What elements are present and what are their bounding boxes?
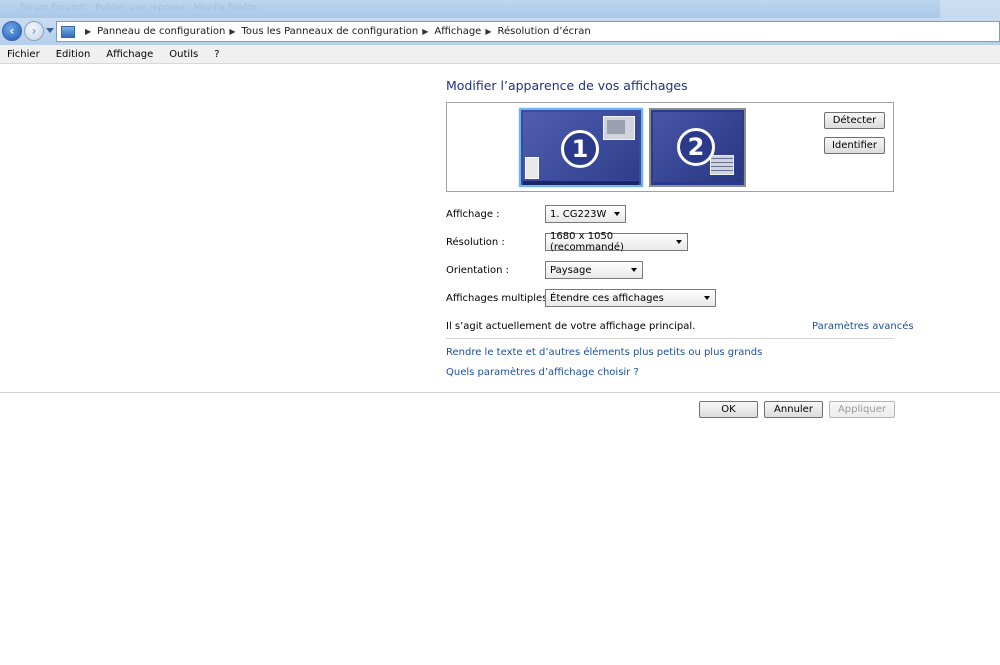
window-titlebar: Forum Forumfr · Publier une réponse · Mo… bbox=[0, 0, 1000, 18]
multiple-displays-select[interactable]: Étendre ces affichages bbox=[545, 289, 716, 307]
detect-button[interactable]: Détecter bbox=[824, 112, 885, 129]
monitor-2[interactable]: 2 bbox=[649, 108, 746, 187]
primary-display-info: Il s’agit actuellement de votre affichag… bbox=[446, 321, 696, 332]
chevron-right-icon[interactable]: ▶ bbox=[485, 27, 491, 36]
titlebar-faded-text: Forum Forumfr · Publier une réponse · Mo… bbox=[20, 3, 258, 13]
identify-button[interactable]: Identifier bbox=[824, 137, 885, 154]
breadcrumb-display[interactable]: Affichage bbox=[434, 26, 481, 37]
recent-pages-dropdown-icon[interactable] bbox=[46, 28, 54, 33]
monitor-2-number: 2 bbox=[677, 128, 715, 166]
control-panel-icon bbox=[61, 25, 75, 38]
forward-button[interactable]: › bbox=[24, 21, 44, 41]
divider bbox=[0, 392, 1000, 393]
orientation-select-value: Paysage bbox=[550, 264, 592, 276]
cancel-button[interactable]: Annuler bbox=[764, 401, 823, 418]
multiple-displays-label: Affichages multiples : bbox=[446, 293, 554, 304]
calculator-icon bbox=[710, 155, 734, 175]
advanced-settings-link[interactable]: Paramètres avancés bbox=[812, 321, 914, 332]
resolution-select[interactable]: 1680 x 1050 (recommandé) bbox=[545, 231, 688, 253]
apply-button[interactable]: Appliquer bbox=[829, 401, 895, 418]
dropdown-arrow-icon bbox=[631, 268, 637, 272]
address-bar[interactable]: ▶ Panneau de configuration ▶ Tous les Pa… bbox=[56, 21, 1000, 42]
display-settings-help-link[interactable]: Quels paramètres d’affichage choisir ? bbox=[446, 367, 639, 378]
dropdown-arrow-icon bbox=[614, 212, 620, 216]
dropdown-arrow-icon bbox=[704, 296, 710, 300]
document-icon bbox=[525, 157, 539, 179]
ok-button[interactable]: OK bbox=[699, 401, 758, 418]
window-thumbnail-icon bbox=[603, 116, 635, 140]
back-button[interactable]: ‹ bbox=[2, 21, 22, 41]
orientation-label: Orientation : bbox=[446, 265, 510, 276]
chevron-right-icon[interactable]: ▶ bbox=[229, 27, 235, 36]
display-select[interactable]: 1. CG223W bbox=[545, 205, 626, 223]
page-title: Modifier l’apparence de vos affichages bbox=[446, 78, 688, 93]
navigation-bar: ‹ › ▶ Panneau de configuration ▶ Tous le… bbox=[0, 18, 1000, 45]
menu-tools[interactable]: Outils bbox=[161, 49, 206, 60]
chevron-right-icon[interactable]: ▶ bbox=[85, 27, 91, 36]
menu-file[interactable]: Fichier bbox=[0, 49, 48, 60]
breadcrumb-screen-resolution[interactable]: Résolution d’écran bbox=[498, 26, 591, 37]
display-label: Affichage : bbox=[446, 209, 500, 220]
chevron-right-icon[interactable]: ▶ bbox=[422, 27, 428, 36]
taskbar-thumbnail bbox=[523, 181, 639, 185]
text-size-link[interactable]: Rendre le texte et d’autres éléments plu… bbox=[446, 347, 762, 358]
multiple-displays-select-value: Étendre ces affichages bbox=[550, 292, 664, 304]
menu-view[interactable]: Affichage bbox=[98, 49, 161, 60]
monitor-1-number: 1 bbox=[561, 130, 599, 168]
monitor-1[interactable]: 1 bbox=[519, 108, 643, 187]
resolution-select-value: 1680 x 1050 (recommandé) bbox=[550, 231, 624, 253]
menu-edit[interactable]: Edition bbox=[48, 49, 99, 60]
divider bbox=[446, 338, 894, 339]
breadcrumb-control-panel[interactable]: Panneau de configuration bbox=[97, 26, 225, 37]
orientation-select[interactable]: Paysage bbox=[545, 261, 643, 279]
resolution-label: Résolution : bbox=[446, 237, 505, 248]
titlebar-controls bbox=[940, 0, 1000, 18]
menu-help[interactable]: ? bbox=[206, 49, 227, 60]
breadcrumb-all-control-panels[interactable]: Tous les Panneaux de configuration bbox=[242, 26, 419, 37]
menu-bar: Fichier Edition Affichage Outils ? bbox=[0, 45, 1000, 64]
display-select-value: 1. CG223W bbox=[550, 208, 607, 220]
dropdown-arrow-icon bbox=[676, 240, 682, 244]
